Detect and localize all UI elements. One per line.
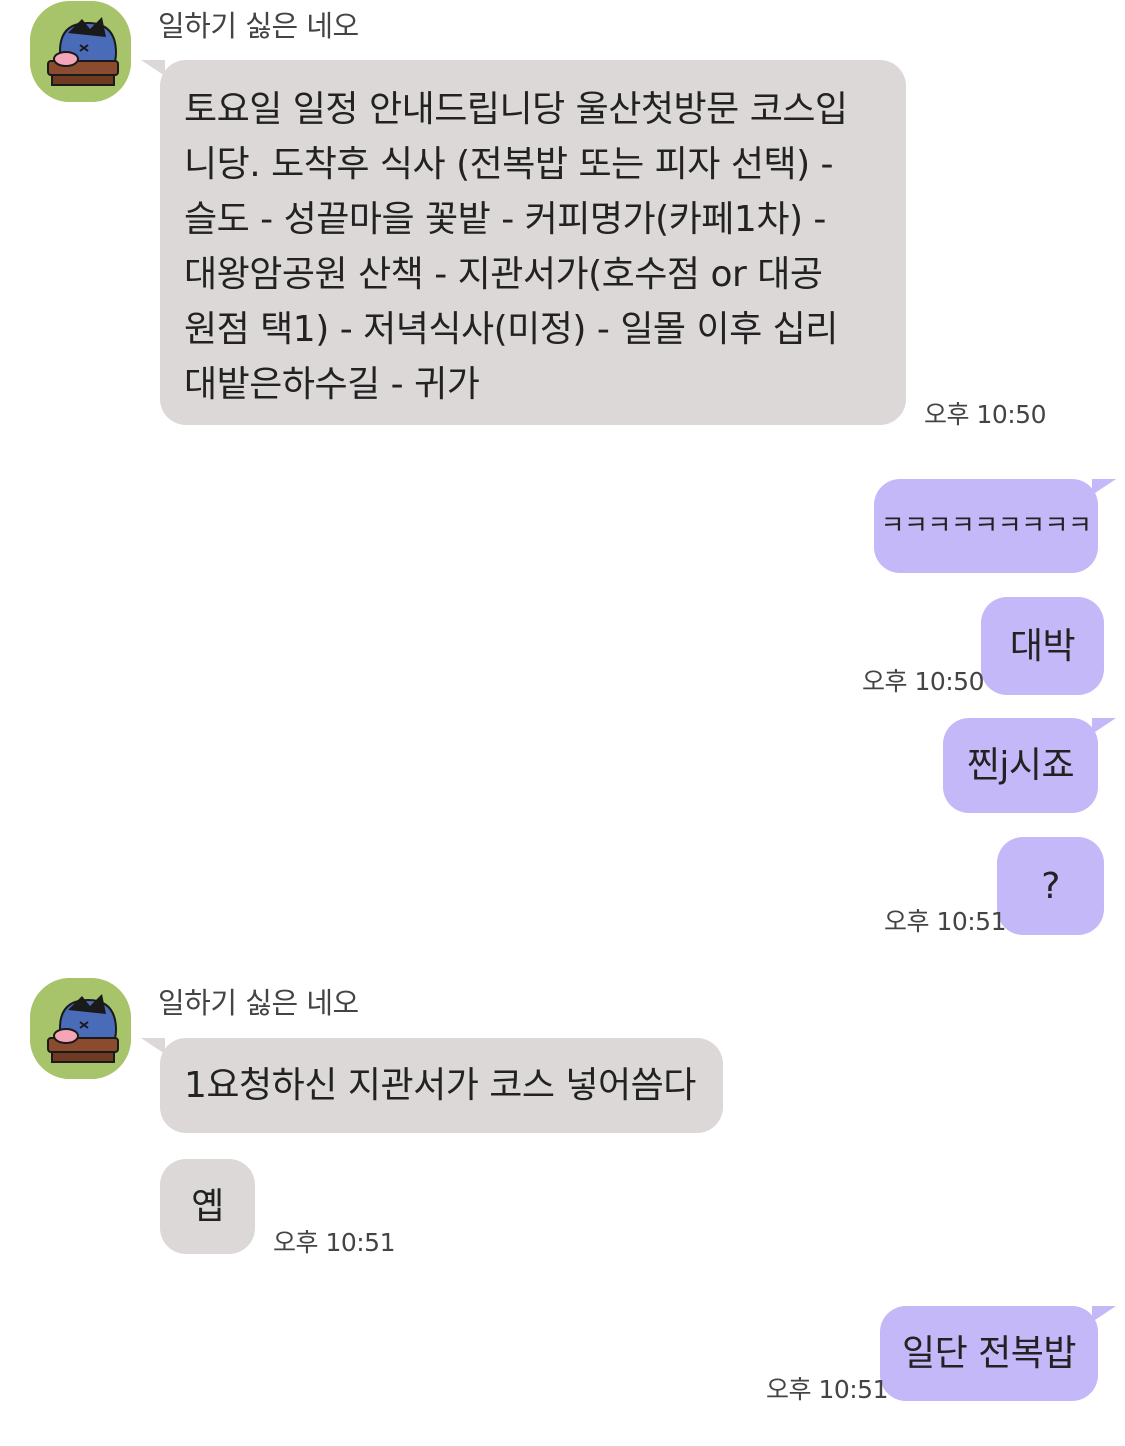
bubble-tail <box>141 60 165 76</box>
sender-name: 일하기 싫은 네오 <box>158 9 359 43</box>
bubble-tail <box>141 1038 165 1054</box>
incoming-message-bubble[interactable]: 1요청하신 지관서가 코스 넣어씀다 <box>160 1038 723 1133</box>
message-line: 대왕암공원 산책 - 지관서가(호수점 or 대공 <box>184 254 823 295</box>
message-text: 일단 전복밥 <box>901 1333 1077 1374</box>
message-text: 찐j시죠 <box>966 745 1075 786</box>
message-timestamp: 오후 10:50 <box>862 667 985 696</box>
outgoing-message-bubble[interactable]: ㅋㅋㅋㅋㅋㅋㅋㅋㅋ <box>874 479 1098 573</box>
message-line: 슬도 - 성끝마을 꽃밭 - 커피명가(카페1차) - <box>184 199 826 240</box>
bubble-tail <box>1092 718 1116 734</box>
message-line: 토요일 일정 안내드립니당 울산첫방문 코스입 <box>184 89 848 130</box>
sender-name: 일하기 싫은 네오 <box>158 986 359 1020</box>
bubble-tail <box>1092 1306 1116 1322</box>
message-text: 옙 <box>191 1186 224 1227</box>
message-text: ? <box>1041 865 1060 907</box>
outgoing-message-bubble[interactable]: 일단 전복밥 <box>880 1306 1098 1401</box>
message-line: 대밭은하수길 - 귀가 <box>184 364 480 405</box>
outgoing-message-bubble[interactable]: 찐j시죠 <box>943 718 1098 813</box>
incoming-message-bubble[interactable]: 토요일 일정 안내드립니당 울산첫방문 코스입 니당. 도착후 식사 (전복밥 … <box>160 60 906 425</box>
neo-character-avatar-icon <box>30 978 131 1079</box>
bubble-tail <box>1092 479 1116 495</box>
message-line: 니당. 도착후 식사 (전복밥 또는 피자 선택) - <box>184 144 834 185</box>
outgoing-message-bubble[interactable]: ? <box>997 837 1104 935</box>
neo-character-avatar-icon <box>30 1 131 102</box>
avatar[interactable] <box>30 978 131 1079</box>
incoming-message-bubble[interactable]: 옙 <box>160 1159 255 1254</box>
message-text: ㅋㅋㅋㅋㅋㅋㅋㅋㅋ <box>880 510 1092 541</box>
avatar[interactable] <box>30 1 131 102</box>
message-text: 대박 <box>1009 625 1076 667</box>
message-line: 원점 택1) - 저녁식사(미정) - 일몰 이후 십리 <box>184 309 838 350</box>
message-text: 1요청하신 지관서가 코스 넣어씀다 <box>184 1065 696 1106</box>
message-timestamp: 오후 10:51 <box>273 1228 396 1257</box>
message-timestamp: 오후 10:50 <box>924 400 1047 429</box>
outgoing-message-bubble[interactable]: 대박 <box>981 597 1104 695</box>
message-timestamp: 오후 10:51 <box>884 907 1007 936</box>
message-timestamp: 오후 10:51 <box>766 1375 889 1404</box>
